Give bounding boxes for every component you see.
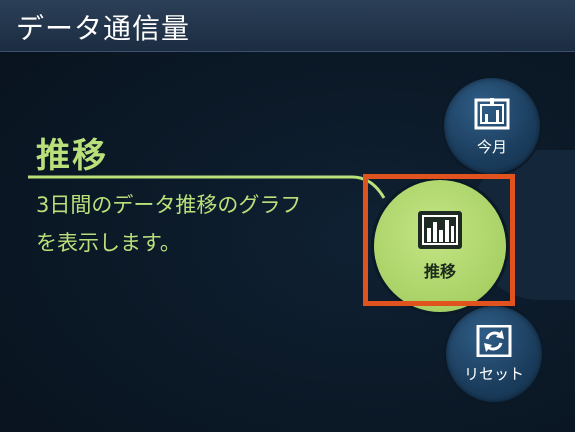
highlight-frame [363,174,515,306]
month-button-label: 今月 [476,137,507,156]
section-description: 3日間のデータ推移のグラフ を表示します。 [36,186,366,262]
month-button[interactable]: 今月 [444,78,540,174]
screen: データ通信量 推移 3日間のデータ推移のグラフ を表示します。 今月 推移 リセ… [0,0,575,432]
reset-button-label: リセット [463,364,524,383]
calendar-icon [474,97,510,129]
refresh-icon [476,324,512,357]
description-line-2: を表示します。 [36,231,181,255]
description-line-1: 3日間のデータ推移のグラフ [36,193,302,217]
reset-button[interactable]: リセット [446,306,542,402]
